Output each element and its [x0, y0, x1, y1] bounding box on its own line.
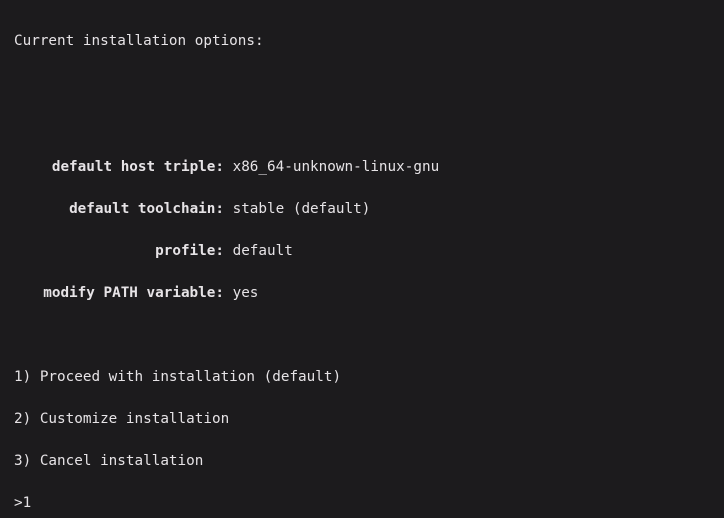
opt-key: default host triple:	[14, 157, 233, 178]
opt-host-triple: default host triple:x86_64-unknown-linux…	[14, 157, 710, 178]
opt-key: modify PATH variable:	[14, 283, 233, 304]
opt-val: x86_64-unknown-linux-gnu	[233, 159, 440, 175]
menu-option-1: 1) Proceed with installation (default)	[14, 367, 710, 388]
blank-line	[14, 325, 710, 346]
options-header: Current installation options:	[14, 31, 710, 52]
terminal-output[interactable]: Current installation options: default ho…	[0, 0, 724, 518]
opt-val: yes	[233, 285, 259, 301]
menu-option-2: 2) Customize installation	[14, 409, 710, 430]
opt-profile: profile:default	[14, 241, 710, 262]
prompt-char: >	[14, 495, 23, 511]
opt-val: default	[233, 243, 293, 259]
opt-val: stable (default)	[233, 201, 371, 217]
blank-line	[14, 73, 710, 94]
blank-line	[14, 115, 710, 136]
user-input: 1	[23, 495, 32, 511]
menu-option-3: 3) Cancel installation	[14, 451, 710, 472]
opt-path: modify PATH variable:yes	[14, 283, 710, 304]
opt-key: default toolchain:	[14, 199, 233, 220]
prompt-line[interactable]: >1	[14, 493, 710, 514]
opt-toolchain: default toolchain:stable (default)	[14, 199, 710, 220]
opt-key: profile:	[14, 241, 233, 262]
